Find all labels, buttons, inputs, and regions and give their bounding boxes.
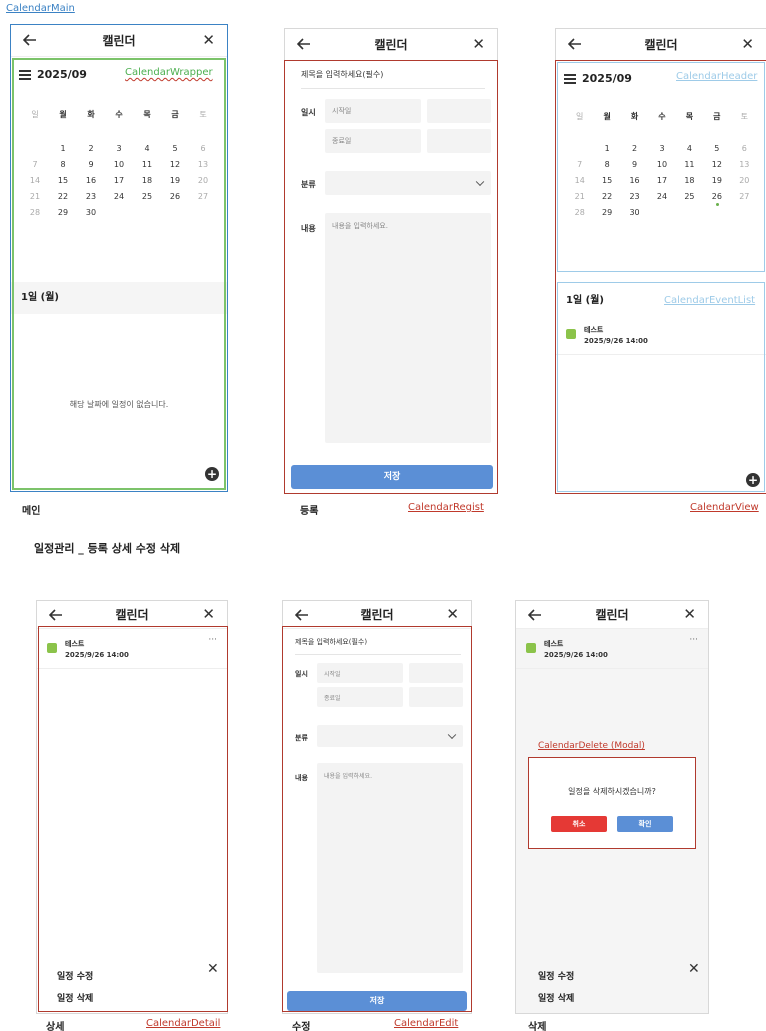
back-arrow-icon[interactable]: [528, 609, 542, 621]
calendar-regist-frame: [284, 60, 498, 494]
top-bar: 캘린더 ✕: [516, 601, 708, 629]
calendar-delete-modal-label: CalendarDelete (Modal): [538, 741, 645, 751]
top-bar: 캘린더 ✕: [283, 601, 471, 629]
calendar-detail-frame: [38, 626, 228, 1012]
back-arrow-icon[interactable]: [49, 609, 63, 621]
top-bar: 캘린더 ✕: [37, 601, 227, 629]
calendar-edit-frame: [282, 626, 472, 1012]
close-menu-icon[interactable]: ✕: [688, 961, 700, 977]
calendar-wrapper-frame: [12, 58, 226, 490]
app-title: 캘린더: [595, 608, 629, 622]
more-icon[interactable]: ···: [689, 635, 698, 645]
caption-detail: 상세: [46, 1022, 65, 1031]
caption-edit: 수정: [292, 1022, 311, 1031]
back-arrow-icon[interactable]: [568, 38, 582, 50]
caption-main: 메인: [22, 506, 41, 517]
calendar-view-label: CalendarView: [690, 502, 759, 513]
close-icon[interactable]: ✕: [472, 36, 485, 52]
menu-edit-item[interactable]: 일정 수정: [538, 969, 574, 982]
event-color-swatch: [526, 643, 536, 653]
calendar-main-label: CalendarMain: [6, 3, 75, 14]
close-icon[interactable]: ✕: [202, 606, 215, 622]
event-title: 테스트: [544, 640, 564, 648]
caption-regist: 등록: [300, 506, 319, 517]
modal-message: 일정을 삭제하시겠습니까?: [568, 787, 656, 796]
back-arrow-icon[interactable]: [297, 38, 311, 50]
calendar-edit-label: CalendarEdit: [394, 1018, 459, 1029]
screen-delete: 캘린더 ✕ 테스트 2025/9/26 14:00 ··· CalendarDe…: [515, 600, 709, 1014]
app-title: 캘린더: [644, 38, 678, 52]
top-bar: 캘린더 ✕: [556, 29, 766, 61]
app-title: 캘린더: [374, 38, 408, 52]
event-datetime: 2025/9/26 14:00: [544, 651, 608, 659]
top-bar: 캘린더 ✕: [285, 29, 497, 61]
calendar-header-frame: [557, 62, 765, 272]
calendar-eventlist-frame: [557, 282, 765, 492]
menu-delete-item[interactable]: 일정 삭제: [538, 991, 574, 1004]
back-arrow-icon[interactable]: [295, 609, 309, 621]
cancel-button[interactable]: 취소: [551, 816, 607, 832]
delete-modal: 일정을 삭제하시겠습니까? 취소 확인: [528, 757, 696, 849]
close-icon[interactable]: ✕: [683, 606, 696, 622]
app-title: 캘린더: [360, 608, 394, 622]
close-icon[interactable]: ✕: [741, 36, 754, 52]
section-title: 일정관리 _ 등록 상세 수정 삭제: [34, 542, 181, 555]
close-icon[interactable]: ✕: [446, 606, 459, 622]
caption-delete: 삭제: [528, 1022, 547, 1031]
confirm-button[interactable]: 확인: [617, 816, 673, 832]
event-item[interactable]: 테스트 2025/9/26 14:00 ···: [516, 631, 708, 669]
calendar-detail-label: CalendarDetail: [146, 1018, 221, 1029]
app-title: 캘린더: [115, 608, 149, 622]
calendar-regist-label: CalendarRegist: [408, 502, 484, 513]
